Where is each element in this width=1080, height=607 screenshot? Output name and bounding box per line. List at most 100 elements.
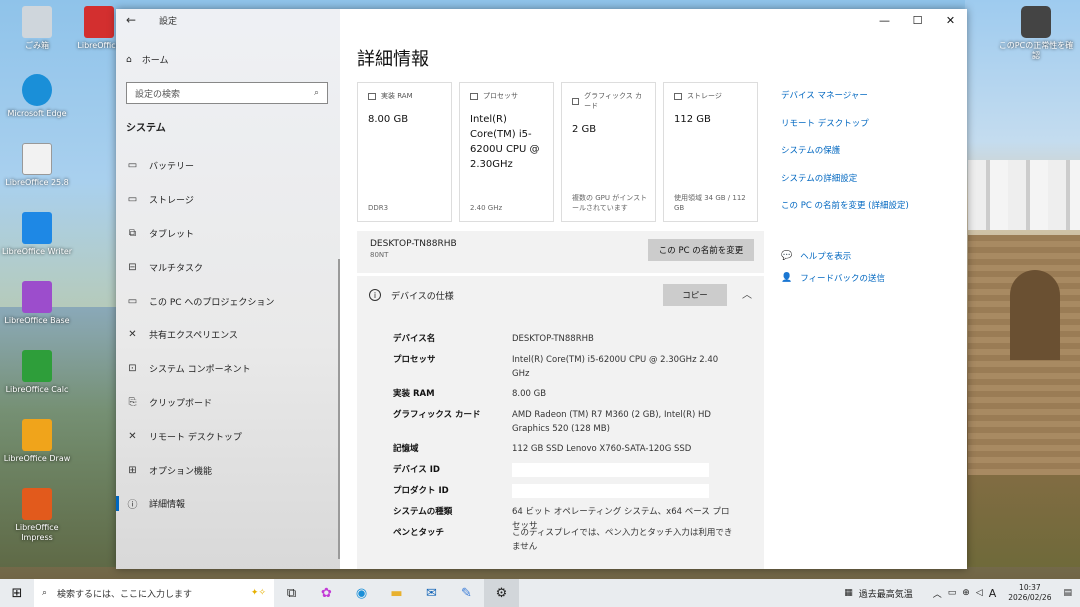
spec-key: デバイス ID <box>393 465 440 475</box>
spec-value: 112 GB SSD Lenovo X760-SATA-120G SSD <box>512 444 692 454</box>
start-button[interactable]: ⊞ <box>0 586 34 601</box>
link-rename-pc-advanced[interactable]: この PC の名前を変更 (詳細設定) <box>781 199 909 227</box>
clock[interactable]: 10:37 2026/02/26 <box>1008 583 1051 603</box>
spec-row: グラフィックス カード AMD Radeon (TM) R7 M360 (2 GB… <box>393 408 743 442</box>
chevron-up-icon[interactable]: ︿ <box>742 286 752 301</box>
card-storage: ストレージ 112 GB 使用領域 34 GB / 112 GB <box>663 82 758 222</box>
remote-desktop-icon: ✕ <box>128 430 137 442</box>
desktop-icon-pc-health[interactable]: このPCの正常性を確認 <box>998 6 1074 61</box>
spec-value: DESKTOP-TN88RHB <box>512 334 594 344</box>
close-icon[interactable]: ✕ <box>934 9 967 31</box>
settings-sidebar: ← 設定 ⌂ ホーム 設定の検索 ⌕ システム ▭ バッテリー ▭ ストレージ ⧉ タ… <box>116 9 340 569</box>
card-graphics: グラフィックス カード 2 GB 複数の GPU がインストールされています <box>561 82 656 222</box>
window-title: 設定 <box>159 17 178 27</box>
link-remote-desktop[interactable]: リモート デスクトップ <box>781 117 909 145</box>
link-system-protection[interactable]: システムの保護 <box>781 144 909 172</box>
spec-value: 64 ビット オペレーティング システム、x64 ベース プロセッサ <box>512 507 730 531</box>
spec-cards: 実装 RAM 8.00 GB DDR3 プロセッサ Intel(R) Core(… <box>357 82 758 222</box>
maximize-icon[interactable]: ☐ <box>901 9 934 31</box>
spec-row: 実装 RAM 8.00 GB <box>393 387 743 408</box>
desktop-icon-writer[interactable]: LibreOffice Writer <box>0 212 74 257</box>
weather-icon[interactable]: ▦ <box>844 588 853 598</box>
home-label: ホーム <box>141 56 169 66</box>
taskbar-search-input[interactable]: ⌕ 検索するには、ここに入力します ✦✧ <box>34 579 274 607</box>
copy-button[interactable]: コピー <box>663 284 727 306</box>
desktop-wallpaper-right <box>965 0 1080 567</box>
chevron-up-icon[interactable]: ︿ <box>933 587 942 600</box>
sidebar-item-projection[interactable]: ▭ この PC へのプロジェクション <box>116 284 340 318</box>
spec-value: AMD Radeon (TM) R7 M360 (2 GB), Intel(R)… <box>512 410 711 434</box>
shared-experience-icon: ✕ <box>128 329 137 341</box>
sidebar-item-shared-experience[interactable]: ✕ 共有エクスペリエンス <box>116 318 340 352</box>
spec-key: グラフィックス カード <box>393 410 481 420</box>
sidebar-item-label: システム コンポーネント <box>149 365 251 376</box>
sidebar-item-tablet[interactable]: ⧉ タブレット <box>116 217 340 251</box>
settings-content: — ☐ ✕ 詳細情報 実装 RAM 8.00 GB DDR3 プロセッサ Int… <box>340 9 967 569</box>
calc-icon <box>22 350 52 382</box>
card-value: Intel(R) Core(TM) i5-6200U CPU @ 2.30GHz <box>470 114 540 170</box>
desktop-icon-calc[interactable]: LibreOffice Calc <box>0 350 74 395</box>
copilot-button[interactable]: ✿ <box>309 579 344 607</box>
notification-icon[interactable]: ▤ <box>1063 588 1072 598</box>
sidebar-item-remote-desktop[interactable]: ✕ リモート デスクトップ <box>116 419 340 453</box>
desktop-icon-edge[interactable]: Microsoft Edge <box>0 74 74 119</box>
sidebar-item-storage[interactable]: ▭ ストレージ <box>116 183 340 217</box>
search-placeholder: 設定の検索 <box>135 89 181 100</box>
minimize-icon[interactable]: — <box>868 9 901 31</box>
spec-key: システムの種類 <box>393 507 453 517</box>
sidebar-item-about[interactable]: ⓘ 詳細情報 <box>116 487 340 521</box>
impress-icon <box>22 488 52 520</box>
sidebar-item-label: この PC へのプロジェクション <box>149 297 275 308</box>
paint-taskbar-button[interactable]: ✎ <box>449 579 484 607</box>
pc-name-bar: DESKTOP-TN88RHB 80NT この PC の名前を変更 <box>357 231 764 273</box>
sidebar-item-clipboard[interactable]: ⎘ クリップボード <box>116 386 340 420</box>
edge-taskbar-button[interactable]: ◉ <box>344 579 379 607</box>
link-get-help[interactable]: 💬 ヘルプを表示 <box>781 245 885 267</box>
card-foot: 2.40 GHz <box>470 204 503 212</box>
search-icon: ⌕ <box>313 88 319 98</box>
link-device-manager[interactable]: デバイス マネージャー <box>781 89 909 117</box>
spec-value: Intel(R) Core(TM) i5-6200U CPU @ 2.30GHz… <box>512 355 719 379</box>
clock-date: 2026/02/26 <box>1008 593 1052 602</box>
spec-row: デバイス名 DESKTOP-TN88RHB <box>393 332 743 353</box>
settings-search-input[interactable]: 設定の検索 ⌕ <box>126 82 328 104</box>
sidebar-item-label: タブレット <box>149 229 195 240</box>
rename-pc-button[interactable]: この PC の名前を変更 <box>648 239 754 261</box>
writer-icon <box>22 212 52 244</box>
explorer-taskbar-button[interactable]: ▬ <box>379 579 414 607</box>
task-view-icon: ⧉ <box>286 585 297 601</box>
desktop-icon-base[interactable]: LibreOffice Base <box>0 281 74 326</box>
desktop-icon-draw[interactable]: LibreOffice Draw <box>0 419 74 464</box>
sidebar-item-label: マルチタスク <box>149 263 204 274</box>
wallpaper-houses <box>968 160 1080 230</box>
volume-icon[interactable]: ◁ <box>976 588 983 598</box>
system-tray: ▦ 過去最高気温 ︿ ▭ ⊕ ◁ A 10:37 2026/02/26 ▤ <box>844 579 1080 607</box>
settings-taskbar-button[interactable]: ⚙ <box>484 579 519 607</box>
storage-icon <box>674 92 682 100</box>
card-foot: 複数の GPU がインストールされています <box>572 194 648 212</box>
sidebar-item-optional-features[interactable]: ⊞ オプション機能 <box>116 453 340 487</box>
sidebar-item-battery[interactable]: ▭ バッテリー <box>116 149 340 183</box>
card-label: グラフィックス カード <box>584 92 642 110</box>
weather-text[interactable]: 過去最高気温 <box>859 587 913 600</box>
card-label: 実装 RAM <box>381 92 413 100</box>
ime-indicator[interactable]: A <box>989 587 997 600</box>
sidebar-item-multitask[interactable]: ⊟ マルチタスク <box>116 250 340 284</box>
home-link[interactable]: ⌂ ホーム <box>126 53 169 67</box>
card-label: プロセッサ <box>483 92 518 100</box>
back-arrow-icon[interactable]: ← <box>126 13 136 27</box>
spec-row: デバイス ID <box>393 463 743 484</box>
multitask-icon: ⊟ <box>128 261 137 273</box>
sidebar-item-components[interactable]: ⊡ システム コンポーネント <box>116 352 340 386</box>
desktop-icon-impress[interactable]: LibreOffice Impress <box>0 488 74 543</box>
battery-icon[interactable]: ▭ <box>948 588 957 598</box>
mail-taskbar-button[interactable]: ✉ <box>414 579 449 607</box>
link-advanced-system-settings[interactable]: システムの詳細設定 <box>781 172 909 200</box>
desktop-icon-libreoffice-258[interactable]: LibreOffice 25.8 <box>0 143 74 188</box>
gear-icon: ⚙ <box>495 585 508 601</box>
related-links: デバイス マネージャー リモート デスクトップ システムの保護 システムの詳細設… <box>781 89 909 227</box>
link-feedback[interactable]: 👤 フィードバックの送信 <box>781 267 885 289</box>
task-view-button[interactable]: ⧉ <box>274 579 309 607</box>
components-icon: ⊡ <box>128 363 137 375</box>
network-icon[interactable]: ⊕ <box>962 588 970 598</box>
